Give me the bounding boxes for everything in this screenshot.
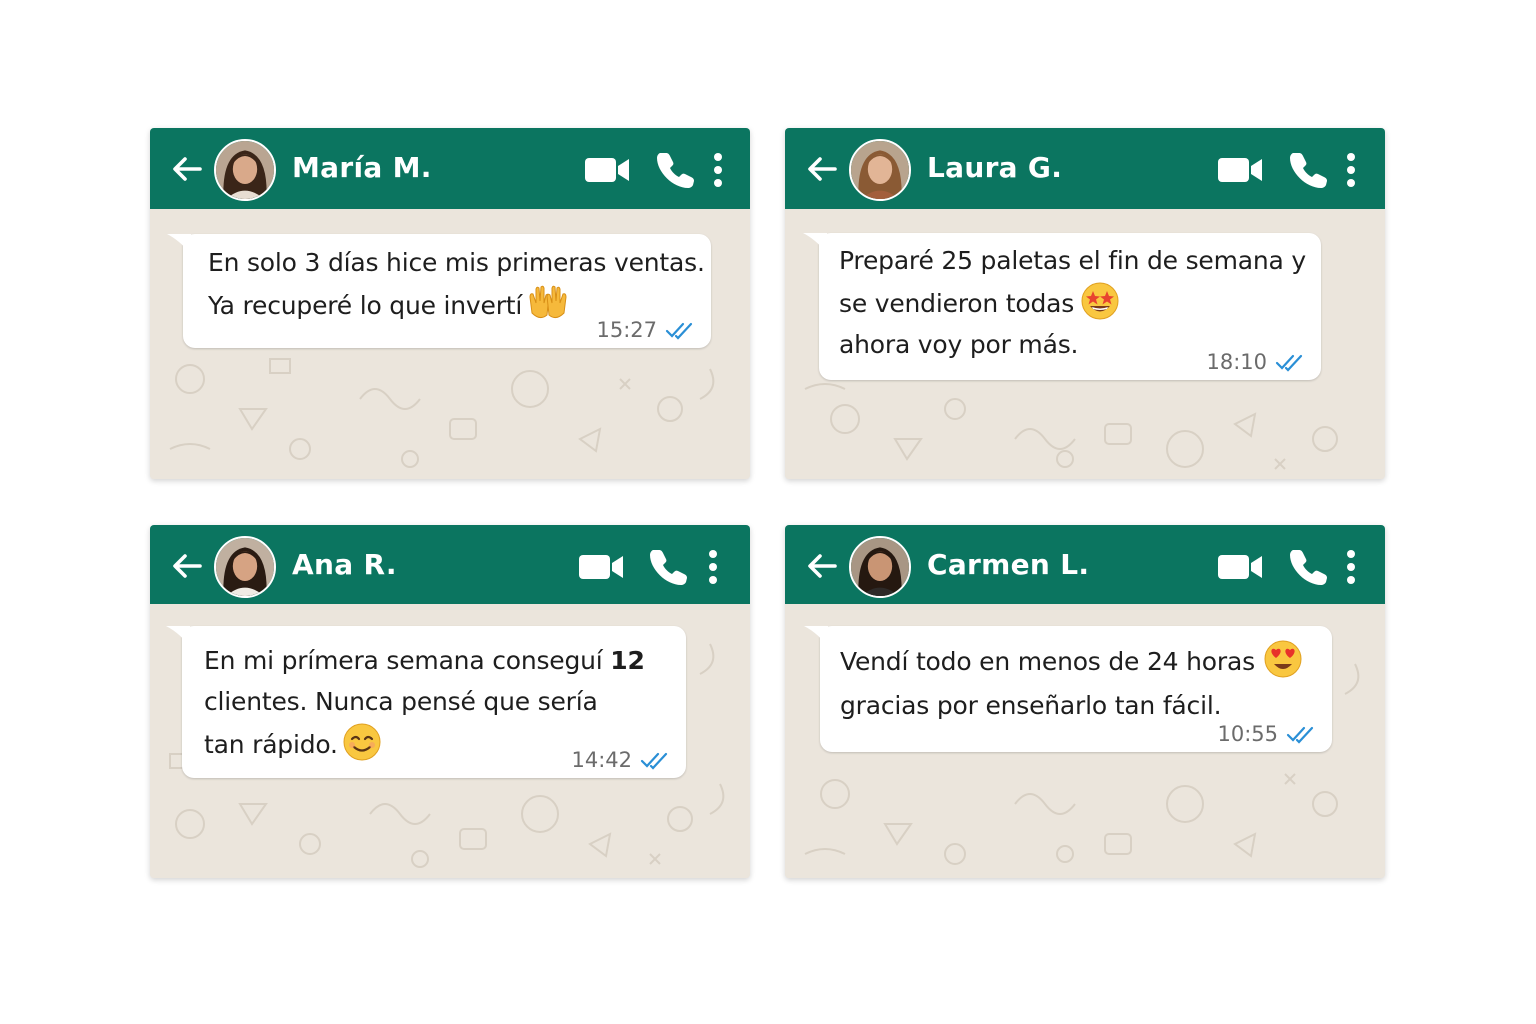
bubble-tail: [167, 234, 191, 254]
message-text: Vendí todo en menos de 24 horas: [840, 647, 1255, 676]
back-arrow-icon[interactable]: [805, 152, 839, 186]
bubble-tail: [166, 626, 190, 646]
phone-call-icon[interactable]: [657, 150, 695, 188]
bubble-tail: [803, 233, 827, 253]
message-bold-number: 12: [610, 646, 645, 675]
message-text: En solo 3 días hice mis primeras ventas.: [208, 248, 705, 277]
chat-card-laura: Laura G. Preparé 25 paletas el fin de se…: [785, 128, 1385, 479]
heart-eyes-emoji-icon: [1264, 640, 1302, 678]
message-time: 15:27: [596, 318, 657, 342]
chat-card-carmen: Carmen L. Vendí todo en menos de 24 hora…: [785, 525, 1385, 878]
more-options-icon[interactable]: [712, 152, 724, 188]
message-bubble[interactable]: Preparé 25 paletas el fin de semana y se…: [803, 233, 1321, 380]
video-call-icon[interactable]: [584, 155, 630, 185]
contact-name[interactable]: María M.: [292, 151, 432, 184]
video-call-icon[interactable]: [1217, 155, 1263, 185]
phone-call-icon[interactable]: [1290, 150, 1328, 188]
message-time: 18:10: [1206, 350, 1267, 374]
video-call-icon[interactable]: [1217, 552, 1263, 582]
chat-body: Preparé 25 paletas el fin de semana y se…: [785, 209, 1385, 479]
message-bubble[interactable]: En solo 3 días hice mis primeras ventas.…: [167, 234, 711, 348]
chat-header: María M.: [150, 128, 750, 209]
star-struck-emoji-icon: [1081, 282, 1119, 320]
read-ticks-icon: [1286, 726, 1314, 744]
smiling-face-emoji-icon: [343, 723, 381, 761]
more-options-icon[interactable]: [1345, 152, 1357, 188]
message-meta: 15:27: [596, 318, 695, 342]
message-meta: 18:10: [1206, 350, 1305, 374]
message-text: Ya recuperé lo que invertí: [208, 291, 523, 320]
chat-card-maria: María M. En solo 3 días hice mis primera…: [150, 128, 750, 479]
message-text: En mi prímera semana conseguí: [204, 646, 603, 675]
chat-header: Laura G.: [785, 128, 1385, 209]
chat-header: Carmen L.: [785, 525, 1385, 604]
avatar[interactable]: [849, 536, 911, 598]
chat-card-ana: Ana R. En mi prímera semana conseguí 12 …: [150, 525, 750, 878]
message-time: 14:42: [571, 748, 632, 772]
chat-body: En solo 3 días hice mis primeras ventas.…: [150, 209, 750, 479]
chat-body: En mi prímera semana conseguí 12 cliente…: [150, 604, 750, 878]
chat-header: Ana R.: [150, 525, 750, 604]
read-ticks-icon: [1275, 354, 1303, 372]
chat-body: Vendí todo en menos de 24 horas gracias …: [785, 604, 1385, 878]
contact-name[interactable]: Laura G.: [927, 151, 1062, 184]
bubble-tail: [804, 626, 828, 646]
message-text: se vendieron todas: [839, 289, 1075, 318]
back-arrow-icon[interactable]: [170, 549, 204, 583]
more-options-icon[interactable]: [707, 549, 719, 585]
avatar[interactable]: [214, 139, 276, 201]
message-text: Preparé 25 paletas el fin de semana y: [839, 246, 1306, 275]
contact-name[interactable]: Carmen L.: [927, 548, 1089, 581]
message-meta: 10:55: [1217, 722, 1316, 746]
message-text: clientes. Nunca pensé que sería: [204, 687, 598, 716]
back-arrow-icon[interactable]: [805, 549, 839, 583]
video-call-icon[interactable]: [578, 552, 624, 582]
back-arrow-icon[interactable]: [170, 152, 204, 186]
message-meta: 14:42: [571, 748, 670, 772]
read-ticks-icon: [665, 322, 693, 340]
message-time: 10:55: [1217, 722, 1278, 746]
read-ticks-icon: [640, 752, 668, 770]
message-bubble[interactable]: En mi prímera semana conseguí 12 cliente…: [166, 626, 686, 778]
avatar[interactable]: [214, 536, 276, 598]
contact-name[interactable]: Ana R.: [292, 548, 397, 581]
phone-call-icon[interactable]: [650, 547, 688, 585]
phone-call-icon[interactable]: [1290, 547, 1328, 585]
raising-hands-emoji-icon: [529, 285, 567, 319]
avatar[interactable]: [849, 139, 911, 201]
message-bubble[interactable]: Vendí todo en menos de 24 horas gracias …: [804, 626, 1332, 752]
more-options-icon[interactable]: [1345, 549, 1357, 585]
message-text: tan rápido.: [204, 730, 338, 759]
